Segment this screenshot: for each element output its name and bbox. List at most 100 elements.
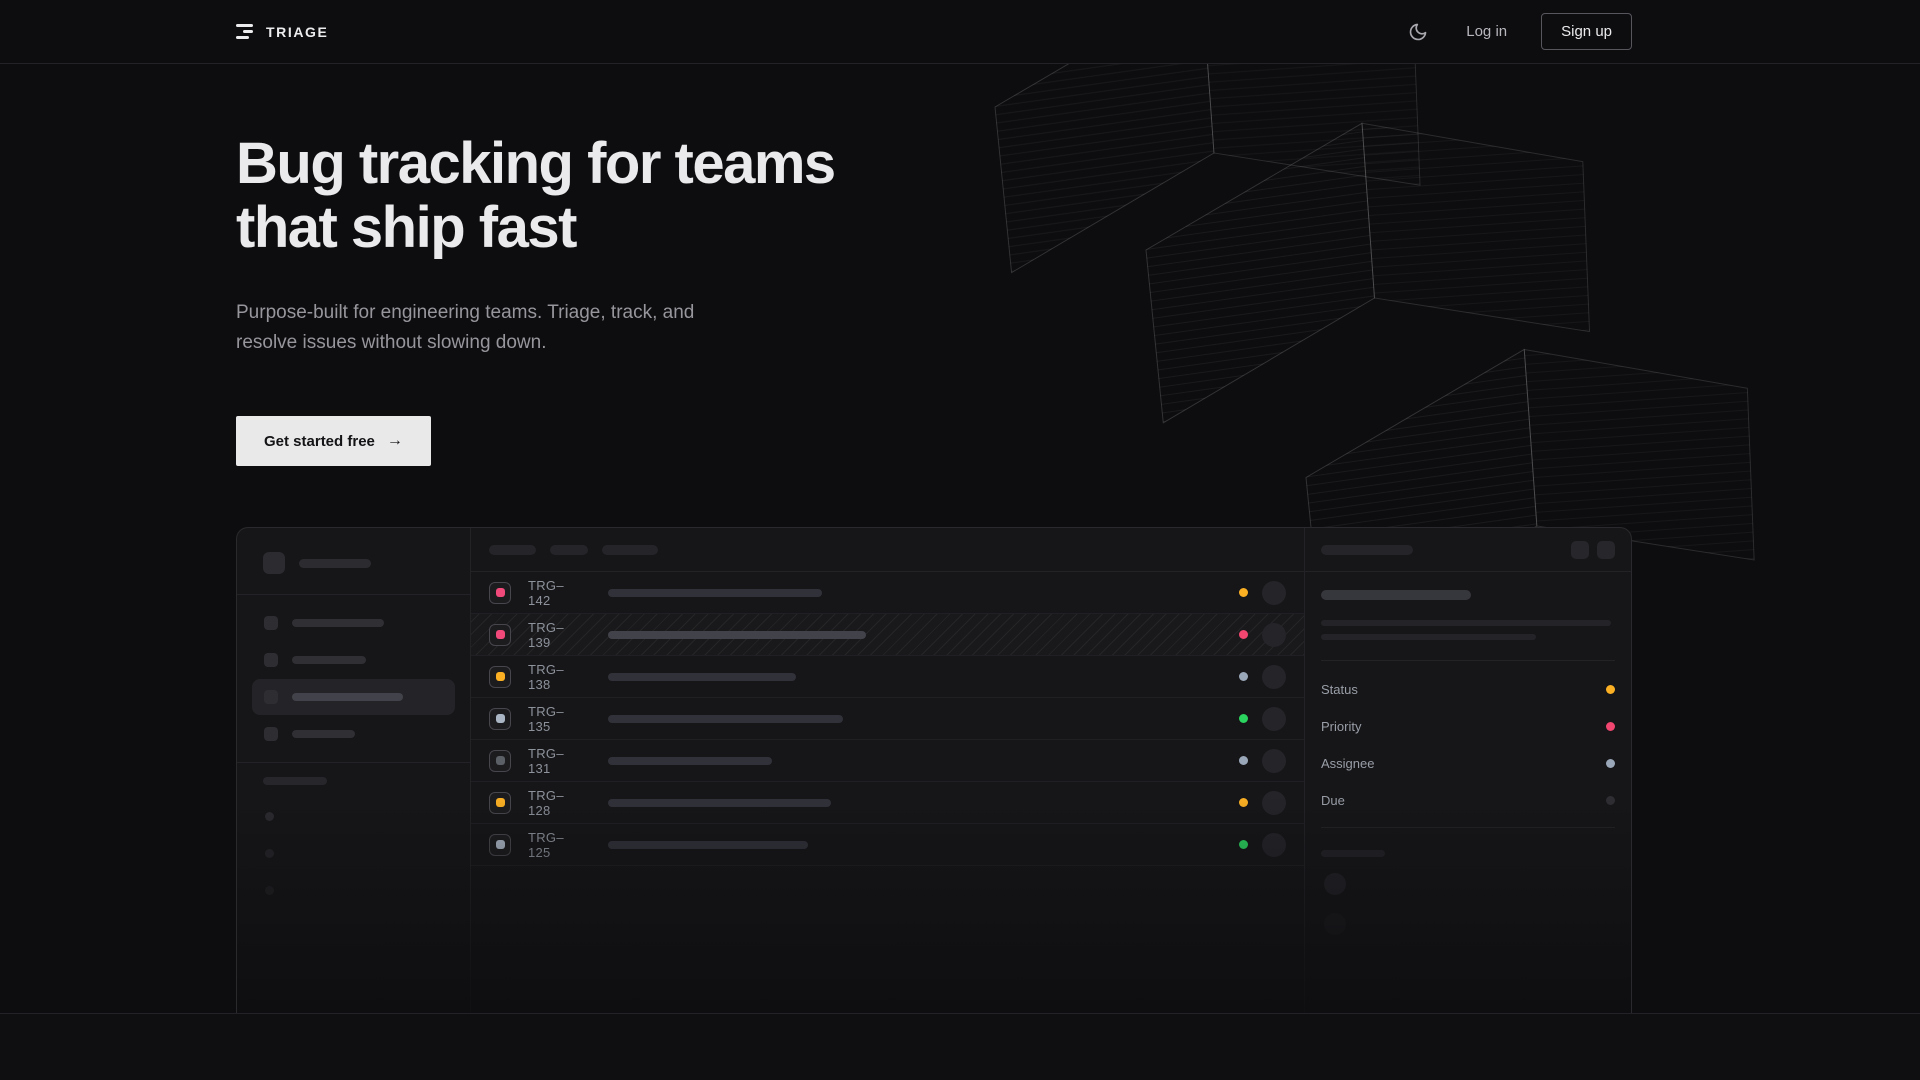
skeleton-bar	[299, 559, 371, 568]
status-dot	[1239, 756, 1248, 765]
field-label: Priority	[1321, 719, 1361, 734]
sidebar-item	[252, 605, 455, 641]
field-label: Due	[1321, 793, 1345, 808]
skeleton-title-bar	[608, 631, 866, 639]
avatar	[1262, 707, 1286, 731]
avatar	[1262, 833, 1286, 857]
field-row: Status	[1321, 671, 1615, 708]
top-nav: TRIAGE Log in Sign up	[0, 0, 1920, 64]
assignee-dot	[1606, 759, 1615, 768]
arrow-right-icon: →	[387, 432, 403, 450]
skeleton-title-bar	[608, 757, 772, 765]
issue-type-icon	[489, 582, 511, 604]
sidebar-item-active	[252, 679, 455, 715]
due-dot	[1606, 796, 1615, 805]
nav-actions: Log in Sign up	[1404, 13, 1632, 50]
skeleton-title-bar	[608, 715, 843, 723]
status-dot	[1239, 672, 1248, 681]
workspace-avatar	[263, 552, 285, 574]
theme-toggle-button[interactable]	[1404, 18, 1432, 46]
subtitle-line-1: Purpose-built for engineering teams. Tri…	[236, 302, 694, 323]
panel-action-button	[1571, 541, 1589, 559]
brand[interactable]: TRIAGE	[236, 24, 329, 40]
brand-name: TRIAGE	[266, 24, 329, 40]
issue-id: TRG–142	[528, 578, 586, 608]
skeleton-title-bar	[1321, 590, 1471, 600]
issue-type-icon	[489, 834, 511, 856]
skeleton-label	[263, 777, 327, 785]
sidebar-nav	[237, 595, 470, 752]
issue-id: TRG–128	[528, 788, 586, 818]
title-line-1: Bug tracking for teams	[236, 131, 835, 196]
avatar	[1262, 623, 1286, 647]
moon-icon	[1408, 22, 1428, 42]
skeleton-pill	[550, 545, 588, 555]
skeleton-title-bar	[608, 589, 822, 597]
footer-section	[0, 1014, 1920, 1080]
issue-id: TRG–131	[528, 746, 586, 776]
skeleton-bar	[1321, 620, 1611, 626]
workspace-row	[237, 528, 470, 594]
hero-content: Bug tracking for teams that ship fast Pu…	[236, 64, 936, 466]
avatar	[1262, 749, 1286, 773]
sidebar-item	[252, 642, 455, 678]
issue-row: TRG–125	[471, 824, 1304, 866]
field-label: Assignee	[1321, 756, 1374, 771]
avatar	[1262, 791, 1286, 815]
nav-item-icon	[264, 690, 278, 704]
issue-row: TRG–138	[471, 656, 1304, 698]
skeleton-title-bar	[608, 673, 796, 681]
nav-item-icon	[264, 727, 278, 741]
issue-type-icon	[489, 666, 511, 688]
issue-type-icon	[489, 750, 511, 772]
issue-id: TRG–139	[528, 620, 586, 650]
issue-type-icon	[489, 624, 511, 646]
field-row: Priority	[1321, 708, 1615, 745]
issue-row: TRG–131	[471, 740, 1304, 782]
skeleton-bar	[1321, 634, 1536, 640]
skeleton-pill	[489, 545, 536, 555]
issue-list-header	[471, 528, 1304, 572]
status-dot	[1239, 840, 1248, 849]
issue-type-icon	[489, 708, 511, 730]
skeleton-label	[1321, 850, 1385, 857]
issue-row: TRG–135	[471, 698, 1304, 740]
mockup-sidebar	[237, 528, 471, 1014]
field-row: Assignee	[1321, 745, 1615, 782]
nav-item-icon	[264, 616, 278, 630]
status-dot	[1239, 798, 1248, 807]
avatar	[1324, 873, 1346, 895]
cta-label: Get started free	[264, 433, 375, 450]
hero-section: Bug tracking for teams that ship fast Pu…	[0, 64, 1920, 1014]
nav-item-icon	[264, 653, 278, 667]
issue-type-icon	[489, 792, 511, 814]
field-list: Status Priority Assignee Due	[1321, 661, 1615, 821]
skeleton-title-bar	[608, 841, 808, 849]
avatar	[1262, 581, 1286, 605]
issue-row: TRG–128	[471, 782, 1304, 824]
field-row: Due	[1321, 782, 1615, 819]
skeleton-dot	[265, 812, 274, 821]
issue-id: TRG–135	[528, 704, 586, 734]
skeleton-dot	[265, 849, 274, 858]
issue-id: TRG–138	[528, 662, 586, 692]
avatar	[1324, 913, 1346, 935]
status-dot	[1239, 630, 1248, 639]
login-link[interactable]: Log in	[1466, 23, 1507, 40]
panel-action-button	[1597, 541, 1615, 559]
status-dot	[1239, 714, 1248, 723]
issue-id: TRG–125	[528, 830, 586, 860]
detail-panel-body: Status Priority Assignee Due	[1305, 572, 1631, 935]
issue-list: TRG–142 TRG–139 TRG–138	[471, 528, 1305, 1014]
skeleton-bar	[292, 619, 384, 627]
detail-panel: Status Priority Assignee Due	[1305, 528, 1631, 1014]
skeleton-bar	[1321, 545, 1413, 555]
signup-button[interactable]: Sign up	[1541, 13, 1632, 50]
status-dot	[1606, 685, 1615, 694]
issue-row: TRG–139	[471, 614, 1304, 656]
page-title: Bug tracking for teams that ship fast	[236, 132, 936, 260]
skeleton-bar	[292, 656, 366, 664]
skeleton-bar	[292, 693, 403, 701]
get-started-button[interactable]: Get started free →	[236, 416, 431, 466]
skeleton-dot	[265, 886, 274, 895]
